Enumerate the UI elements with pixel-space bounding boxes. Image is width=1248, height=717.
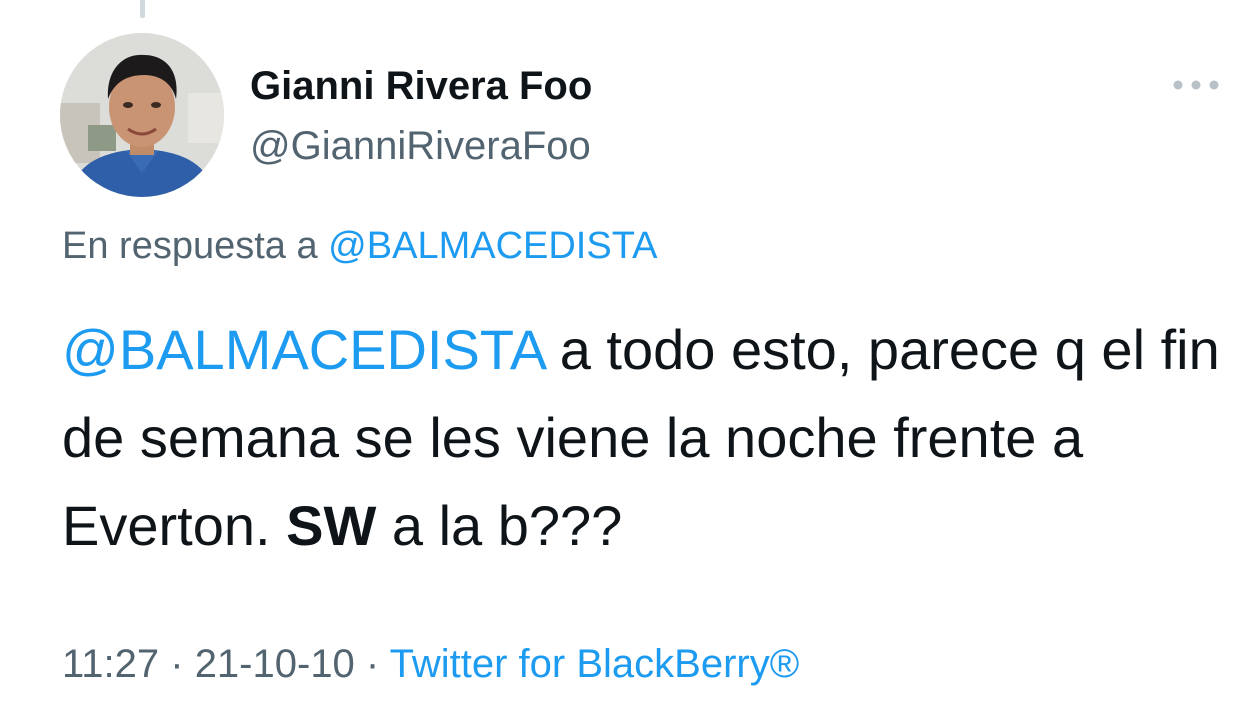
reply-context: En respuesta a @BALMACEDISTA [62, 222, 657, 270]
tweet-metadata: 11:27 · 21-10-10 · Twitter for BlackBerr… [62, 636, 799, 692]
tweet-mention-link[interactable]: @BALMACEDISTA [62, 318, 544, 381]
profile-photo-icon [60, 33, 224, 197]
meta-separator: · [354, 642, 390, 686]
tweet-time[interactable]: 11:27 [62, 642, 159, 686]
tweet-date[interactable]: 21-10-10 [195, 642, 355, 686]
avatar[interactable] [60, 33, 224, 197]
thread-connector-line [140, 0, 145, 18]
tweet-source-link[interactable]: Twitter for BlackBerry® [390, 642, 800, 686]
author-display-name[interactable]: Gianni Rivera Foo [250, 62, 592, 110]
tweet-text: @BALMACEDISTA a todo esto, parece q el f… [62, 306, 1232, 570]
more-options-icon[interactable] [1168, 70, 1224, 100]
tweet-text-part: a la b??? [376, 494, 623, 557]
reply-prefix: En respuesta a [62, 225, 329, 267]
meta-separator: · [159, 642, 195, 686]
author-handle[interactable]: @GianniRiveraFoo [250, 122, 591, 170]
reply-mention-link[interactable]: @BALMACEDISTA [328, 225, 657, 267]
tweet-bold-text: SW [286, 494, 377, 557]
